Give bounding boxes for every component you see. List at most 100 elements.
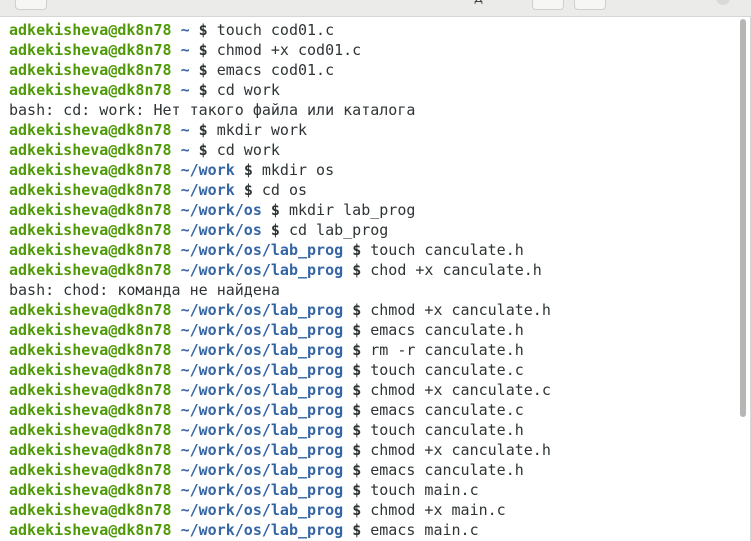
command-line: adkekisheva@dk8n78 ~ $ mkdir work xyxy=(9,120,551,140)
prompt-path: ~/work/os/lab_prog xyxy=(180,481,344,499)
command-line: adkekisheva@dk8n78 ~/work/os/lab_prog $ … xyxy=(9,300,551,320)
command-line: adkekisheva@dk8n78 ~/work/os/lab_prog $ … xyxy=(9,520,551,540)
terminal-lines: adkekisheva@dk8n78 ~ $ touch cod01.c adke… xyxy=(9,20,551,540)
command-line: adkekisheva@dk8n78 ~ $ cd work xyxy=(9,140,551,160)
prompt-symbol: $ xyxy=(198,81,208,99)
prompt-path: ~ xyxy=(180,61,190,79)
prompt-symbol: $ xyxy=(198,141,208,159)
prompt-path: ~/work/os/lab_prog xyxy=(180,361,344,379)
prompt-symbol: $ xyxy=(270,221,280,239)
command-line: adkekisheva@dk8n78 ~/work/os/lab_prog $ … xyxy=(9,420,551,440)
prompt-path: ~/work/os/lab_prog xyxy=(180,401,344,419)
prompt-user-host: adkekisheva@dk8n78 xyxy=(9,421,172,439)
prompt-user-host: adkekisheva@dk8n78 xyxy=(9,21,172,39)
command-line: adkekisheva@dk8n78 ~ $ cd work xyxy=(9,80,551,100)
prompt-path: ~/work/os xyxy=(180,221,262,239)
prompt-symbol: $ xyxy=(352,501,362,519)
prompt-symbol: $ xyxy=(352,321,362,339)
command-line: adkekisheva@dk8n78 ~/work/os/lab_prog $ … xyxy=(9,340,551,360)
command-line: adkekisheva@dk8n78 ~/work/os/lab_prog $ … xyxy=(9,260,551,280)
prompt-path: ~/work/os/lab_prog xyxy=(180,521,344,539)
terminal-output[interactable]: adkekisheva@dk8n78 ~ $ touch cod01.c adke… xyxy=(0,17,751,541)
prompt-symbol: $ xyxy=(352,261,362,279)
command-line: adkekisheva@dk8n78 ~/work/os/lab_prog $ … xyxy=(9,500,551,520)
prompt-path: ~ xyxy=(180,121,190,139)
command-line: adkekisheva@dk8n78 ~/work/os/lab_prog $ … xyxy=(9,480,551,500)
prompt-path: ~/work/os/lab_prog xyxy=(180,441,344,459)
prompt-user-host: adkekisheva@dk8n78 xyxy=(9,321,172,339)
prompt-user-host: adkekisheva@dk8n78 xyxy=(9,501,172,519)
prompt-symbol: $ xyxy=(198,41,208,59)
prompt-user-host: adkekisheva@dk8n78 xyxy=(9,201,172,219)
command-line: adkekisheva@dk8n78 ~/work $ mkdir os xyxy=(9,160,551,180)
prompt-path: ~ xyxy=(180,141,190,159)
new-tab-button[interactable] xyxy=(15,0,47,10)
command-text: chmod +x canculate.h xyxy=(370,441,551,459)
command-line: adkekisheva@dk8n78 ~/work/os/lab_prog $ … xyxy=(9,240,551,260)
command-text: mkdir work xyxy=(216,121,308,139)
prompt-user-host: adkekisheva@dk8n78 xyxy=(9,241,172,259)
command-text: emacs canculate.c xyxy=(370,401,524,419)
command-text: touch canculate.h xyxy=(370,241,524,259)
output-text: bash: chod: команда не найдена xyxy=(9,281,280,299)
prompt-symbol: $ xyxy=(243,161,253,179)
prompt-symbol: $ xyxy=(270,201,280,219)
prompt-symbol: $ xyxy=(352,461,362,479)
command-line: adkekisheva@dk8n78 ~/work/os $ cd lab_pr… xyxy=(9,220,551,240)
command-line: adkekisheva@dk8n78 ~/work/os/lab_prog $ … xyxy=(9,320,551,340)
prompt-path: ~/work/os/lab_prog xyxy=(180,421,344,439)
command-text: touch main.c xyxy=(370,481,479,499)
prompt-user-host: adkekisheva@dk8n78 xyxy=(9,81,172,99)
prompt-user-host: adkekisheva@dk8n78 xyxy=(9,401,172,419)
prompt-path: ~/work xyxy=(180,161,235,179)
prompt-user-host: adkekisheva@dk8n78 xyxy=(9,441,172,459)
prompt-path: ~ xyxy=(180,41,190,59)
command-line: adkekisheva@dk8n78 ~/work/os/lab_prog $ … xyxy=(9,400,551,420)
prompt-symbol: $ xyxy=(352,441,362,459)
command-text: emacs main.c xyxy=(370,521,479,539)
command-text: cd work xyxy=(216,81,280,99)
prompt-path: ~/work/os/lab_prog xyxy=(180,381,344,399)
command-text: cd work xyxy=(216,141,280,159)
prompt-user-host: adkekisheva@dk8n78 xyxy=(9,361,172,379)
prompt-symbol: $ xyxy=(352,241,362,259)
command-text: chod +x canculate.h xyxy=(370,261,542,279)
prompt-user-host: adkekisheva@dk8n78 xyxy=(9,521,172,539)
scrollbar-thumb[interactable] xyxy=(740,19,746,417)
command-text: emacs canculate.h xyxy=(370,321,524,339)
command-text: touch canculate.h xyxy=(370,421,524,439)
menu-button[interactable] xyxy=(574,0,606,10)
prompt-path: ~/work/os/lab_prog xyxy=(180,341,344,359)
prompt-user-host: adkekisheva@dk8n78 xyxy=(9,41,172,59)
command-text: mkdir os xyxy=(261,161,335,179)
prompt-user-host: adkekisheva@dk8n78 xyxy=(9,301,172,319)
prompt-path: ~/work xyxy=(180,181,235,199)
prompt-path: ~/work/os/lab_prog xyxy=(180,321,344,339)
prompt-path: ~/work/os/lab_prog xyxy=(180,241,344,259)
header-bar: д xyxy=(0,0,751,17)
prompt-path: ~ xyxy=(180,21,190,39)
command-text: rm -r canculate.h xyxy=(370,341,524,359)
prompt-user-host: adkekisheva@dk8n78 xyxy=(9,341,172,359)
prompt-user-host: adkekisheva@dk8n78 xyxy=(9,161,172,179)
command-text: chmod +x canculate.h xyxy=(370,301,551,319)
command-line: adkekisheva@dk8n78 ~ $ chmod +x cod01.c xyxy=(9,40,551,60)
prompt-symbol: $ xyxy=(352,341,362,359)
command-line: adkekisheva@dk8n78 ~/work/os/lab_prog $ … xyxy=(9,460,551,480)
command-line: adkekisheva@dk8n78 ~/work/os/lab_prog $ … xyxy=(9,440,551,460)
output-line: bash: cd: work: Нет такого файла или кат… xyxy=(9,100,551,120)
prompt-path: ~/work/os/lab_prog xyxy=(180,301,344,319)
command-line: adkekisheva@dk8n78 ~/work/os $ mkdir lab… xyxy=(9,200,551,220)
prompt-symbol: $ xyxy=(352,481,362,499)
prompt-path: ~ xyxy=(180,81,190,99)
prompt-user-host: adkekisheva@dk8n78 xyxy=(9,261,172,279)
prompt-path: ~/work/os/lab_prog xyxy=(180,261,344,279)
prompt-path: ~/work/os/lab_prog xyxy=(180,461,344,479)
command-text: mkdir lab_prog xyxy=(288,201,416,219)
prompt-symbol: $ xyxy=(352,521,362,539)
command-text: touch cod01.c xyxy=(216,21,335,39)
search-button[interactable] xyxy=(532,0,564,10)
close-icon[interactable] xyxy=(716,0,730,5)
command-line: adkekisheva@dk8n78 ~ $ touch cod01.c xyxy=(9,20,551,40)
prompt-symbol: $ xyxy=(198,21,208,39)
